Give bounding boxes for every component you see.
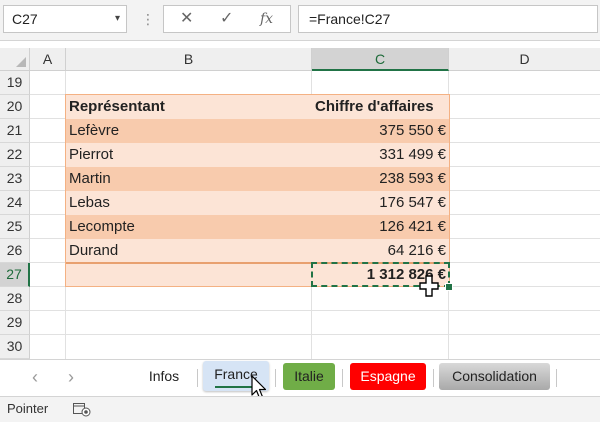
table-cell-name[interactable]: Lebas xyxy=(66,191,312,215)
name-box-dropdown-icon[interactable]: ▾ xyxy=(115,6,120,32)
fill-handle[interactable] xyxy=(445,283,453,291)
sheet-tab-italie[interactable]: Italie xyxy=(283,363,335,390)
row-header-28[interactable]: 28 xyxy=(0,287,30,311)
table-cell-amount[interactable]: 375 550 € xyxy=(312,119,449,143)
table-total-label-cell[interactable] xyxy=(66,263,312,287)
table-header-chiffre-affaires[interactable]: Chiffre d'affaires xyxy=(312,95,449,119)
formula-bar: C27 ▾ ⋮ ✕ ✓ fx =France!C27 xyxy=(0,0,600,41)
table-border xyxy=(65,94,66,287)
row-header-21[interactable]: 21 xyxy=(0,119,30,143)
column-header-a[interactable]: A xyxy=(30,48,66,71)
tab-separator xyxy=(556,369,557,387)
cell-select-cursor-icon xyxy=(419,275,439,297)
column-header-c[interactable]: C xyxy=(312,48,449,71)
tab-separator xyxy=(433,369,434,387)
table-cell-amount[interactable]: 331 499 € xyxy=(312,143,449,167)
table-cell-name[interactable]: Lecompte xyxy=(66,215,312,239)
formula-input[interactable]: =France!C27 xyxy=(298,5,598,33)
next-sheet-arrow-icon[interactable]: › xyxy=(68,366,74,388)
row-header-20[interactable]: 20 xyxy=(0,95,30,119)
table-border xyxy=(65,94,450,95)
name-box-value: C27 xyxy=(12,11,38,27)
row-header-19[interactable]: 19 xyxy=(0,71,30,95)
table-cell-amount[interactable]: 238 593 € xyxy=(312,167,449,191)
table-cell-amount[interactable]: 64 216 € xyxy=(312,239,449,263)
row-header-23[interactable]: 23 xyxy=(0,167,30,191)
table-cell-name[interactable]: Pierrot xyxy=(66,143,312,167)
table-cell-name[interactable]: Martin xyxy=(66,167,312,191)
prev-sheet-arrow-icon[interactable]: ‹ xyxy=(32,366,38,388)
cancel-icon[interactable]: ✕ xyxy=(180,6,193,32)
row-header-24[interactable]: 24 xyxy=(0,191,30,215)
sheet-tab-bar: ‹ › Infos France Italie Espagne Consolid… xyxy=(0,359,600,396)
column-header-b[interactable]: B xyxy=(66,48,312,71)
tab-separator xyxy=(342,369,343,387)
row-header-29[interactable]: 29 xyxy=(0,311,30,335)
select-all-corner[interactable] xyxy=(0,48,30,71)
row-header-27[interactable]: 27 xyxy=(0,263,30,287)
enter-icon[interactable]: ✓ xyxy=(220,6,233,32)
sheet-tab-infos[interactable]: Infos xyxy=(138,363,190,390)
table-cell-amount[interactable]: 126 421 € xyxy=(312,215,449,239)
table-header-representant[interactable]: Représentant xyxy=(66,95,312,119)
tab-separator xyxy=(197,369,198,387)
grid-line xyxy=(30,310,600,311)
name-box[interactable]: C27 ▾ xyxy=(3,5,127,33)
macro-recording-icon[interactable] xyxy=(73,402,91,417)
row-header-30[interactable]: 30 xyxy=(0,335,30,359)
row-header-22[interactable]: 22 xyxy=(0,143,30,167)
column-header-d[interactable]: D xyxy=(449,48,600,71)
table-border xyxy=(449,94,450,287)
insert-function-icon[interactable]: fx xyxy=(260,6,273,32)
status-mode: Pointer xyxy=(7,401,49,416)
tab-separator xyxy=(275,369,276,387)
sheet-tab-espagne[interactable]: Espagne xyxy=(350,363,426,390)
formula-buttons: ✕ ✓ fx xyxy=(163,5,291,33)
table-cell-name[interactable]: Durand xyxy=(66,239,312,263)
grid-line xyxy=(30,334,600,335)
status-bar: Pointer xyxy=(0,396,600,422)
row-header-25[interactable]: 25 xyxy=(0,215,30,239)
more-options-icon[interactable]: ⋮ xyxy=(141,10,155,28)
table-cell-amount[interactable]: 176 547 € xyxy=(312,191,449,215)
sheet-tab-consolidation[interactable]: Consolidation xyxy=(439,363,550,390)
table-cell-name[interactable]: Lefèvre xyxy=(66,119,312,143)
row-header-26[interactable]: 26 xyxy=(0,239,30,263)
